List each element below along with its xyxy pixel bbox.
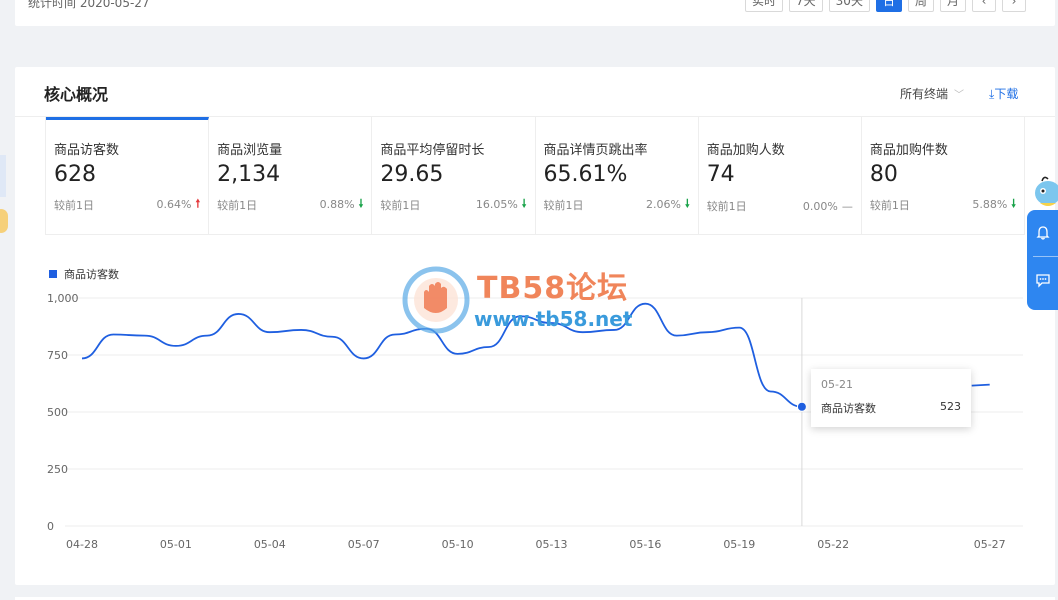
chart-tooltip: 05-21 商品访客数 523	[811, 369, 971, 427]
left-edge-tab	[0, 155, 6, 197]
y-tick-label: 250	[47, 463, 68, 476]
x-tick-label: 05-13	[536, 538, 568, 551]
y-tick-label: 750	[47, 349, 68, 362]
watermark-url: www.tb58.net	[474, 307, 633, 331]
range-7d-button[interactable]: 7天	[789, 0, 823, 12]
kpi-compare: 较前1日 0.88% 🠗	[217, 195, 363, 214]
kpi-value: 29.65	[380, 162, 444, 187]
left-edge-handle	[0, 209, 8, 233]
kpi-compare-label: 较前1日	[706, 200, 747, 213]
kpi-compare: 较前1日 2.06% 🠗	[544, 195, 690, 214]
range-day-button[interactable]: 日	[875, 0, 902, 12]
x-tick-label: 05-19	[723, 538, 755, 551]
kpi-compare-label: 较前1日	[54, 198, 94, 212]
kpi-compare: 较前1日 5.88% 🠗	[870, 195, 1016, 214]
kpi-pct-value: 0.88%	[319, 198, 355, 211]
kpi-compare: 较前1日 16.05% 🠗	[380, 195, 526, 214]
highlight-point	[796, 401, 807, 412]
arrow-down-icon: 🠗	[358, 197, 364, 210]
kpi-pct: 16.05% 🠗	[476, 195, 527, 214]
kpi-pct-value: 16.05%	[475, 198, 518, 211]
tooltip-date: 05-21	[821, 378, 853, 391]
kpi-label: 商品加购件数	[869, 143, 948, 158]
arrow-down-icon: 🠗	[684, 197, 690, 210]
flat-dash-icon: —	[841, 199, 853, 213]
x-tick-label: 05-16	[629, 538, 661, 551]
range-selector: 实时 7天 30天 日 周 月 ‹ ›	[745, 0, 1026, 12]
tooltip-row: 商品访客数 523	[821, 400, 961, 416]
kpi-pct: 0.64% 🠕	[156, 195, 200, 214]
arrow-up-icon: 🠕	[195, 197, 201, 210]
kpi-row: 商品访客数 628 较前1日 0.64% 🠕 商品浏览量 2,134 较前1日 0…	[45, 117, 1026, 235]
kpi-value: 80	[869, 162, 898, 187]
kpi-pct-value: 5.88%	[972, 198, 1008, 211]
kpi-pct: 0.88% 🠗	[320, 195, 364, 214]
tooltip-series: 商品访客数	[821, 402, 876, 415]
kpi-label: 商品详情页跳出率	[543, 143, 648, 158]
kpi-card-cart-users[interactable]: 商品加购人数 74 较前1日 0.00% —	[698, 117, 862, 235]
y-tick-label: 0	[47, 520, 54, 533]
chat-icon[interactable]	[1027, 257, 1058, 303]
kpi-pct: 5.88% 🠗	[972, 195, 1016, 214]
range-realtime-button[interactable]: 实时	[745, 0, 784, 12]
range-week-button[interactable]: 周	[907, 0, 934, 12]
terminal-select[interactable]: 所有终端 ﹀	[900, 85, 964, 102]
kpi-value: 628	[54, 162, 96, 187]
x-tick-label: 05-22	[817, 538, 849, 551]
kpi-compare: 较前1日 0.00% —	[707, 198, 853, 214]
kpi-pct: 0.00% —	[803, 200, 853, 213]
watermark-title: TB58论坛	[477, 271, 629, 306]
terminal-select-value: 所有终端	[900, 87, 949, 101]
stat-time: 统计时间 2020-05-27	[28, 0, 150, 10]
kpi-card-avg-stay[interactable]: 商品平均停留时长 29.65 较前1日 16.05% 🠗	[372, 117, 536, 235]
download-label: 下载	[994, 87, 1019, 101]
y-tick-label: 500	[47, 406, 68, 419]
kpi-label: 商品平均停留时长	[380, 143, 485, 158]
kpi-label: 商品访客数	[54, 143, 120, 158]
kpi-card-cart-items[interactable]: 商品加购件数 80 较前1日 5.88% 🠗	[861, 117, 1026, 235]
x-tick-label: 05-07	[348, 538, 380, 551]
arrow-down-icon: 🠗	[1011, 197, 1017, 210]
kpi-pct-value: 0.00%	[802, 199, 838, 213]
kpi-card-pageviews[interactable]: 商品浏览量 2,134 较前1日 0.88% 🠗	[209, 117, 373, 235]
x-tick-label: 04-28	[66, 538, 98, 551]
kpi-pct-value: 2.06%	[646, 198, 681, 211]
notification-bell-icon[interactable]	[1027, 210, 1058, 256]
chevron-down-icon: ﹀	[954, 90, 965, 101]
kpi-pct-value: 0.64%	[156, 198, 192, 211]
prev-period-button[interactable]: ‹	[972, 0, 996, 12]
x-tick-label: 05-10	[442, 538, 474, 551]
range-30d-button[interactable]: 30天	[828, 0, 870, 12]
kpi-card-visitors[interactable]: 商品访客数 628 较前1日 0.64% 🠕	[46, 117, 210, 235]
x-tick-label: 05-01	[160, 538, 192, 551]
card-title: 核心概况	[44, 85, 109, 104]
kpi-compare-label: 较前1日	[869, 198, 910, 212]
kpi-value: 2,134	[217, 162, 281, 187]
x-tick-label: 05-04	[254, 538, 286, 551]
legend-swatch	[49, 270, 57, 278]
side-toolbar	[1027, 210, 1058, 310]
kpi-label: 商品浏览量	[217, 143, 283, 158]
card-header: 核心概况 所有终端 ﹀ ⤓下载	[15, 67, 1055, 117]
range-month-button[interactable]: 月	[939, 0, 966, 12]
arrow-down-icon: 🠗	[521, 197, 527, 210]
download-button[interactable]: ⤓下载	[989, 85, 1018, 102]
kpi-card-bounce-rate[interactable]: 商品详情页跳出率 65.61% 较前1日 2.06% 🠗	[535, 117, 699, 235]
kpi-value: 65.61%	[543, 162, 628, 187]
mascot-icon	[1035, 176, 1058, 206]
kpi-compare-label: 较前1日	[217, 198, 258, 212]
forum-logo-icon	[402, 266, 470, 334]
y-tick-label: 1,000	[47, 292, 79, 305]
kpi-compare: 较前1日 0.64% 🠕	[54, 195, 200, 214]
series-line-tail	[971, 383, 990, 387]
kpi-compare-label: 较前1日	[543, 198, 584, 212]
kpi-pct: 2.06% 🠗	[646, 195, 690, 214]
x-tick-label: 05-27	[974, 538, 1006, 551]
kpi-label: 商品加购人数	[706, 143, 785, 158]
tooltip-value: 523	[940, 400, 961, 413]
next-period-button[interactable]: ›	[1002, 0, 1026, 12]
kpi-value: 74	[706, 162, 735, 187]
kpi-compare-label: 较前1日	[380, 198, 421, 212]
